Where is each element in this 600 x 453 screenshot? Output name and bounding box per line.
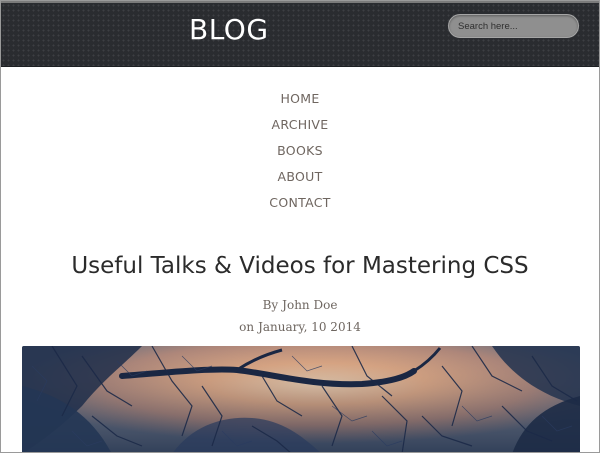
nav-item-contact: CONTACT [1, 189, 599, 215]
header-divider [1, 66, 599, 67]
post-date: January, 10 2014 [258, 320, 361, 334]
post-date-line: on January, 10 2014 [1, 319, 599, 335]
post-author-line: By John Doe [1, 297, 599, 313]
winter-tree-image [22, 346, 580, 452]
nav-item-home: HOME [1, 85, 599, 111]
site-header: BLOG [1, 1, 599, 67]
post-featured-image [22, 346, 580, 452]
nav-link-contact[interactable]: CONTACT [269, 195, 330, 210]
author-prefix: By [262, 298, 279, 312]
main-navigation: HOME ARCHIVE BOOKS ABOUT CONTACT [1, 85, 599, 215]
site-logo[interactable]: BLOG [189, 13, 269, 47]
nav-link-archive[interactable]: ARCHIVE [272, 117, 329, 132]
search-input[interactable] [448, 14, 579, 38]
nav-link-about[interactable]: ABOUT [277, 169, 322, 184]
browser-viewport: BLOG HOME ARCHIVE BOOKS ABOUT CONTACT Us… [0, 0, 600, 453]
nav-link-books[interactable]: BOOKS [277, 143, 323, 158]
nav-link-home[interactable]: HOME [280, 91, 319, 106]
post-title[interactable]: Useful Talks & Videos for Mastering CSS [1, 248, 599, 284]
post-author: John Doe [282, 298, 338, 312]
date-prefix: on [239, 320, 255, 334]
nav-item-books: BOOKS [1, 137, 599, 163]
nav-item-about: ABOUT [1, 163, 599, 189]
nav-item-archive: ARCHIVE [1, 111, 599, 137]
